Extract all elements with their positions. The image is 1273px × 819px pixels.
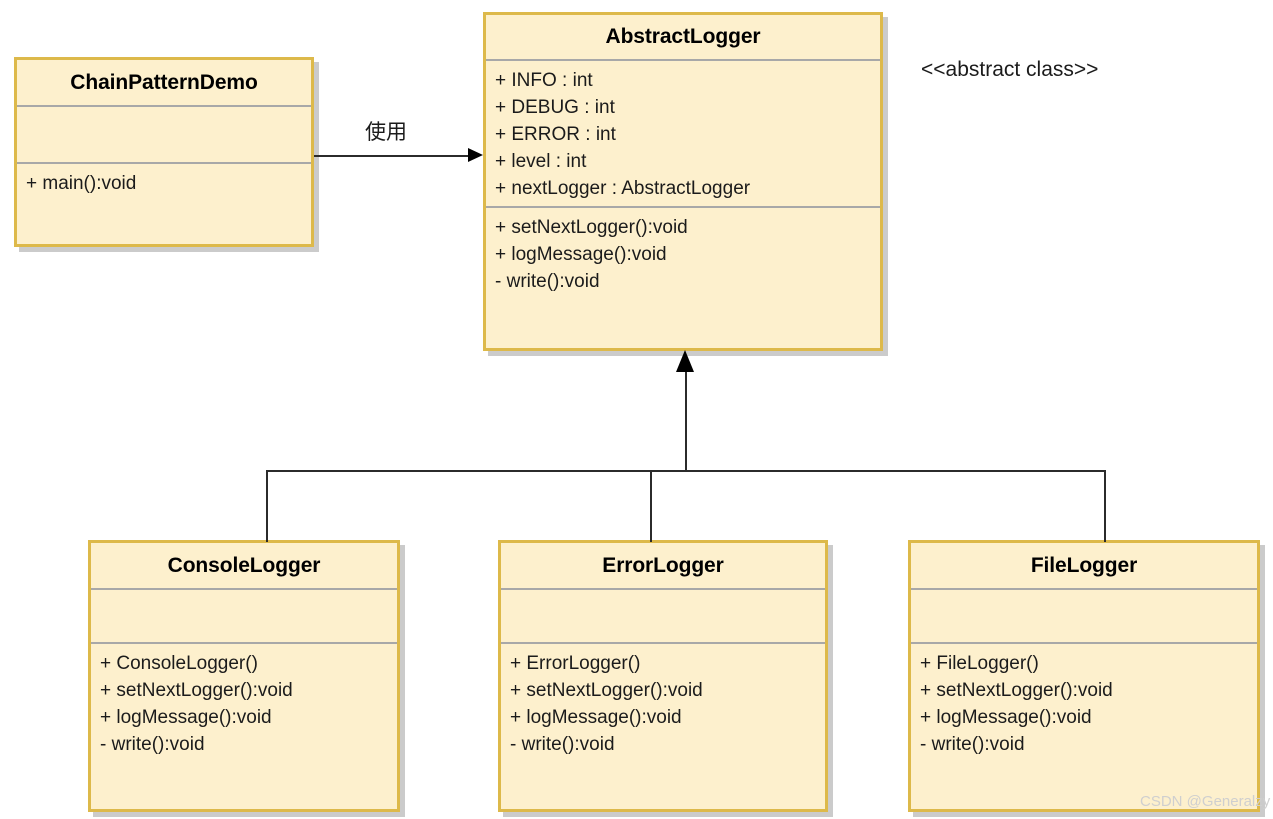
class-member: - write():void [920, 733, 1025, 755]
methods-compartment-consolelogger: + ConsoleLogger() + setNextLogger():void… [91, 644, 397, 763]
class-member: + logMessage():void [920, 706, 1092, 728]
class-member: + logMessage():void [100, 706, 272, 728]
class-member: + INFO : int [495, 70, 593, 91]
association-line-uses [314, 155, 469, 157]
class-title-filelogger: FileLogger [1030, 553, 1138, 577]
class-member: + ErrorLogger() [510, 653, 641, 674]
class-box-consolelogger[interactable]: ConsoleLogger + ConsoleLogger() + setNex… [88, 540, 400, 812]
class-member: + DEBUG : int [495, 96, 615, 118]
methods-compartment-filelogger: + FileLogger() + setNextLogger():void + … [911, 644, 1257, 763]
generalization-arrowhead [676, 350, 694, 372]
class-member: + setNextLogger():void [510, 679, 703, 701]
association-arrowhead-uses [468, 148, 483, 162]
class-title-chainpatterndemo: ChainPatternDemo [70, 70, 258, 94]
class-member: + ConsoleLogger() [100, 653, 258, 674]
attributes-compartment-consolelogger [91, 590, 397, 642]
class-member: - write():void [510, 733, 615, 755]
class-member: + level : int [495, 150, 587, 172]
class-box-errorlogger[interactable]: ErrorLogger + ErrorLogger() + setNextLog… [498, 540, 828, 812]
generalization-riser [685, 370, 687, 471]
association-label-uses: 使用 [365, 121, 407, 144]
methods-compartment-errorlogger: + ErrorLogger() + setNextLogger():void +… [501, 644, 825, 763]
class-member: + setNextLogger():void [100, 679, 293, 701]
class-member: + FileLogger() [920, 653, 1039, 674]
class-member: + logMessage():void [510, 706, 682, 728]
stereotype-abstract-class: <<abstract class>> [921, 58, 1099, 81]
class-member: + nextLogger : AbstractLogger [495, 177, 751, 199]
watermark-label: CSDN @Generalzy [1140, 793, 1271, 810]
class-member: + setNextLogger():void [920, 679, 1113, 701]
generalization-drop-filelogger [1104, 470, 1106, 542]
diagram-canvas: ChainPatternDemo + main():void AbstractL… [0, 0, 1273, 819]
class-member: - write():void [100, 733, 205, 755]
attributes-compartment-filelogger [911, 590, 1257, 642]
attributes-compartment-abstractlogger: + INFO : int + DEBUG : int + ERROR : int… [486, 61, 880, 206]
class-member: + logMessage():void [495, 243, 667, 265]
class-member: - write():void [495, 270, 600, 292]
methods-compartment-abstractlogger: + setNextLogger():void + logMessage():vo… [486, 208, 880, 300]
generalization-drop-consolelogger [266, 470, 268, 542]
class-title-abstractlogger: AbstractLogger [605, 25, 761, 48]
class-box-filelogger[interactable]: FileLogger + FileLogger() + setNextLogge… [908, 540, 1260, 812]
generalization-drop-errorlogger [650, 470, 652, 542]
generalization-bus [266, 470, 1106, 472]
class-title-consolelogger: ConsoleLogger [167, 553, 321, 577]
class-box-abstractlogger[interactable]: AbstractLogger + INFO : int + DEBUG : in… [483, 12, 883, 351]
attributes-compartment-errorlogger [501, 590, 825, 642]
class-member: + setNextLogger():void [495, 217, 688, 238]
class-title-errorlogger: ErrorLogger [602, 553, 724, 577]
class-box-chainpatterndemo[interactable]: ChainPatternDemo + main():void [14, 57, 314, 247]
methods-compartment-chainpatterndemo: + main():void [17, 164, 311, 202]
class-member: + ERROR : int [495, 123, 616, 145]
attributes-compartment-chainpatterndemo [17, 107, 311, 162]
class-member: + main():void [26, 173, 137, 194]
